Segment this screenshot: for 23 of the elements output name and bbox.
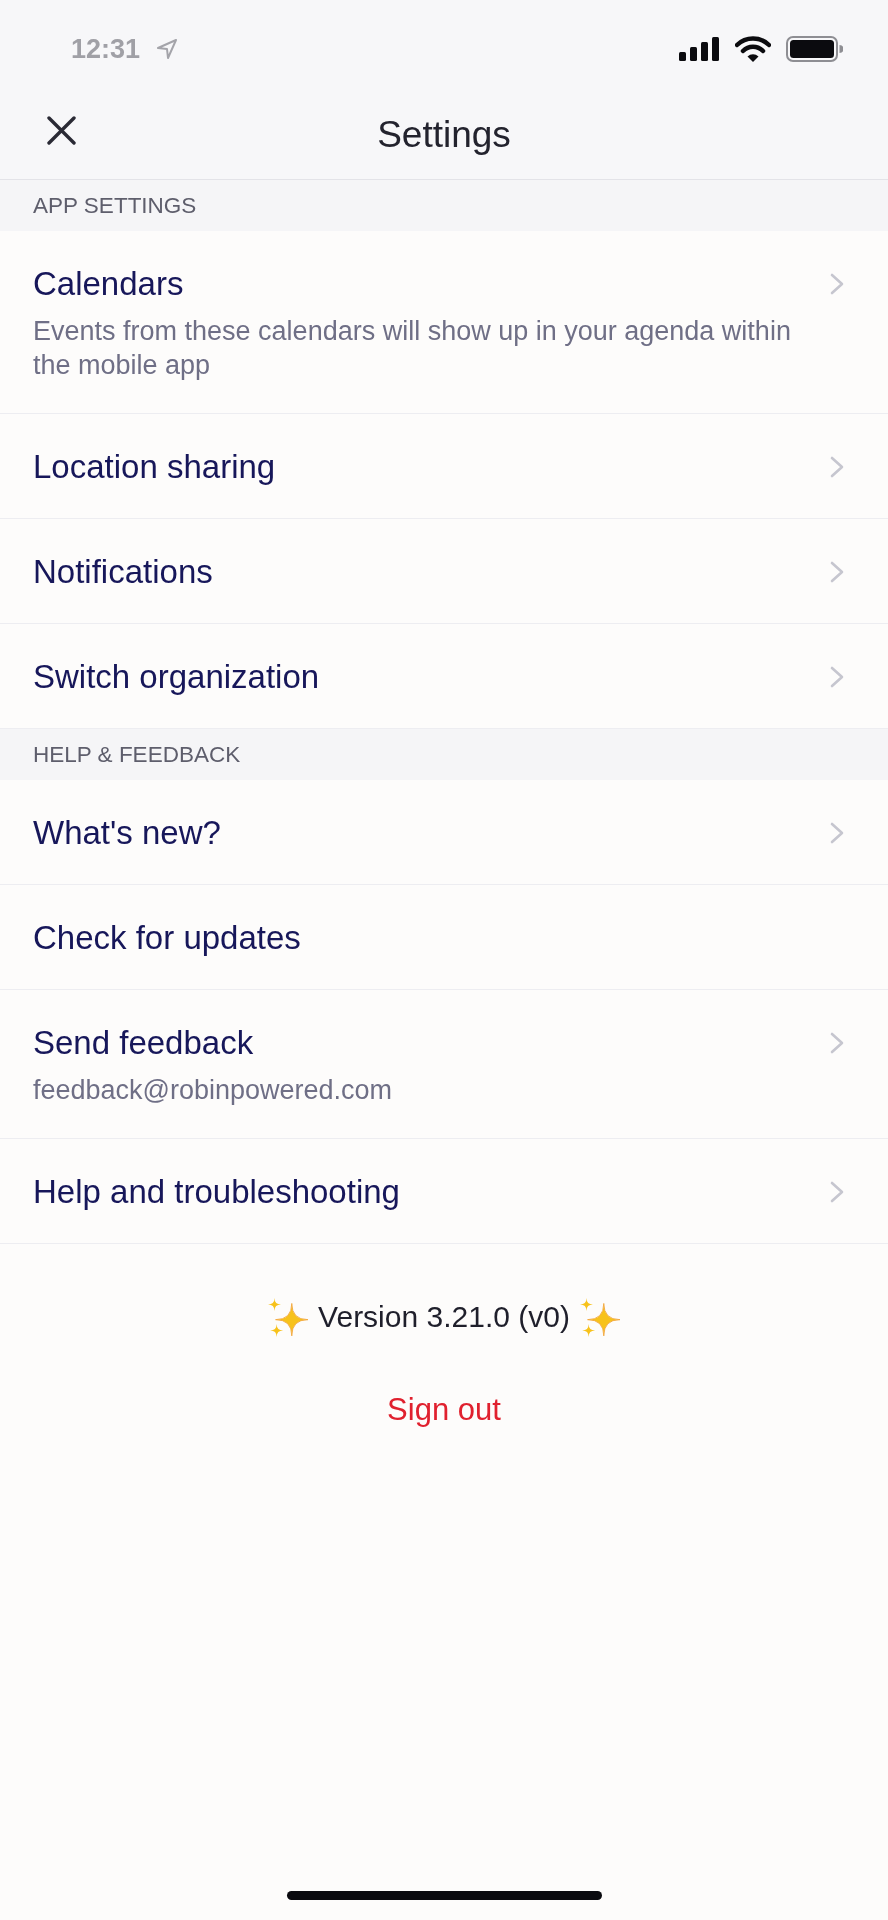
status-time: 12:31 [71, 33, 141, 65]
item-title: Calendars [33, 264, 184, 304]
screen-title: Settings [377, 112, 511, 157]
item-title: What's new? [33, 813, 221, 853]
item-title: Check for updates [33, 918, 301, 958]
version-text: Version 3.21.0 (v0) [318, 1299, 570, 1335]
sparkles-icon [268, 1297, 309, 1337]
item-title: Location sharing [33, 447, 276, 487]
item-subtitle: Events from these calendars will show up in your agenda within the mobile app [33, 315, 792, 382]
item-subtitle: feedback@robinpowered.com [33, 1074, 393, 1107]
battery-icon [786, 36, 843, 62]
location-arrow-icon [156, 38, 179, 60]
sparkles-icon [579, 1297, 620, 1337]
item-title: Send feedback [33, 1023, 254, 1063]
signal-icon [679, 37, 720, 61]
section-title: HELP & FEEDBACK [33, 740, 241, 769]
item-title: Switch organization [33, 657, 320, 697]
wifi-icon [735, 36, 771, 62]
close-icon[interactable] [47, 116, 76, 145]
item-title: Help and troubleshooting [33, 1172, 400, 1212]
section-title: APP SETTINGS [33, 191, 197, 220]
sign-out-button[interactable]: Sign out [383, 1390, 505, 1430]
item-title: Notifications [33, 552, 213, 592]
